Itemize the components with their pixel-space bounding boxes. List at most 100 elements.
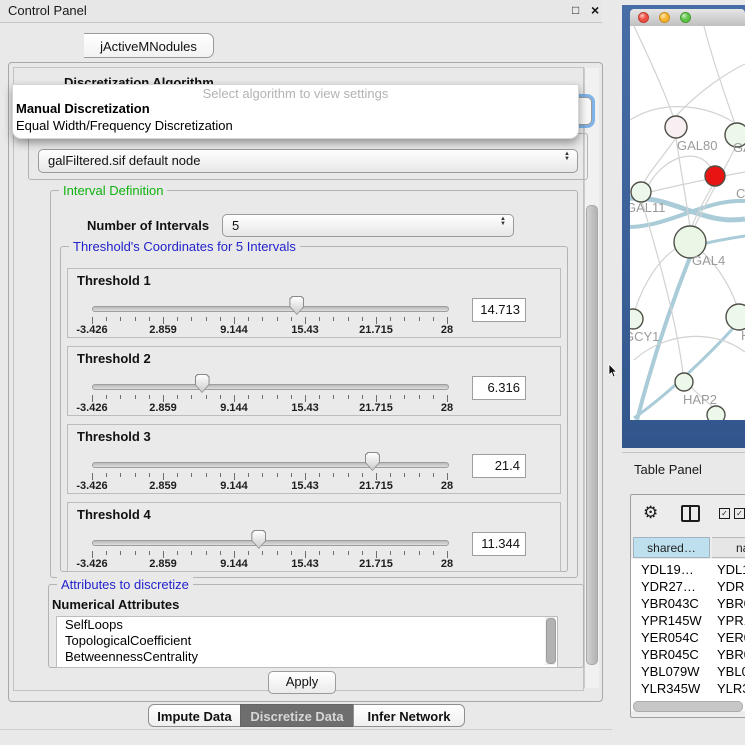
apply-button[interactable]: Apply — [268, 671, 336, 694]
threshold-value-field[interactable]: 6.316 — [472, 376, 526, 400]
table-data-combo[interactable]: galFiltered.sif default node ▲▼ — [38, 149, 578, 173]
table-row[interactable]: YLR345WYLR3 — [631, 680, 745, 697]
threshold-value-field[interactable]: 21.4 — [472, 454, 526, 478]
network-node[interactable] — [726, 304, 745, 330]
horizontal-scrollbar-thumb[interactable] — [633, 701, 743, 712]
table-row[interactable]: YER054CYER0 — [631, 629, 745, 646]
tick-mark — [163, 317, 164, 324]
zoom-button[interactable] — [680, 12, 691, 23]
bottom-tab-impute-data[interactable]: Impute Data — [148, 704, 241, 727]
minimize-button[interactable] — [659, 12, 670, 23]
threshold-panel: Threshold 4-3.4262.8599.14415.4321.71528… — [67, 502, 561, 572]
cell-shared-name: YIL053C — [641, 697, 692, 700]
network-node[interactable] — [705, 166, 725, 186]
table-row[interactable]: YIL053CYIL0 — [631, 697, 745, 700]
slider-track[interactable] — [92, 462, 449, 468]
tab-label: jActiveMNodules — [100, 39, 197, 54]
tick-mark — [234, 317, 235, 324]
slider-thumb[interactable] — [251, 530, 266, 549]
tab-jactivemnodules[interactable]: jActiveMNodules — [84, 33, 214, 58]
tick-mark — [305, 551, 306, 558]
tick-mark — [191, 317, 192, 321]
tick-label: 21.715 — [359, 324, 393, 336]
tick-label: -3.426 — [76, 324, 107, 336]
tick-mark — [206, 551, 207, 555]
menu-item-manual-discretization[interactable]: Manual Discretization — [16, 101, 150, 116]
close-button[interactable] — [638, 12, 649, 23]
tick-mark — [106, 473, 107, 477]
tick-mark — [120, 551, 121, 555]
table-row[interactable]: YPR145WYPR1 — [631, 612, 745, 629]
tick-label: -3.426 — [76, 480, 107, 492]
tick-mark — [305, 473, 306, 480]
slider-thumb[interactable] — [365, 452, 380, 471]
vertical-scrollbar-thumb[interactable] — [586, 205, 598, 665]
list-item-selfloops[interactable]: SelfLoops — [57, 617, 557, 633]
tick-mark — [149, 473, 150, 477]
tick-mark — [447, 473, 448, 480]
network-node[interactable] — [665, 116, 687, 138]
float-window-icon[interactable]: □ — [572, 3, 579, 17]
tick-mark — [305, 395, 306, 402]
checkbox-icon[interactable]: ✓ — [719, 508, 730, 519]
bottom-tab-infer-network[interactable]: Infer Network — [353, 704, 465, 727]
tick-mark — [433, 473, 434, 477]
network-view-canvas[interactable]: GAL80GACGAL11GAL4GCY1HHAP2 — [630, 26, 745, 420]
tick-label: 15.43 — [291, 402, 319, 414]
network-node[interactable] — [630, 309, 643, 329]
list-item-betweennesscentrality[interactable]: BetweennessCentrality — [57, 649, 557, 665]
tick-mark — [376, 395, 377, 402]
tick-mark — [390, 395, 391, 399]
tick-label: 15.43 — [291, 324, 319, 336]
list-item-topologicalcoefficient[interactable]: TopologicalCoefficient — [57, 633, 557, 649]
tick-mark — [319, 317, 320, 321]
tick-mark — [447, 395, 448, 402]
footer-divider — [0, 729, 612, 730]
slider-thumb[interactable] — [195, 374, 210, 393]
threshold-value-field[interactable]: 11.344 — [472, 532, 526, 556]
split-columns-icon[interactable] — [681, 505, 700, 522]
network-window-titlebar[interactable] — [630, 9, 745, 27]
stepper-arrows-icon: ▲▼ — [564, 152, 570, 162]
column-header-name[interactable]: na — [712, 537, 745, 558]
number-of-intervals-combo[interactable]: 5 ▲▼ — [222, 214, 514, 237]
tick-mark — [348, 395, 349, 399]
slider-track[interactable] — [92, 384, 449, 390]
tick-mark — [376, 317, 377, 324]
slider-thumb[interactable] — [289, 296, 304, 315]
table-row[interactable]: YBR043CYBR0 — [631, 595, 745, 612]
algorithm-placeholder: Select algorithm to view settings — [13, 86, 578, 101]
tick-mark — [419, 473, 420, 477]
tick-mark — [92, 473, 93, 480]
gear-icon[interactable]: ⚙ — [643, 503, 658, 523]
slider-track[interactable] — [92, 306, 449, 312]
bottom-tab-discretize-data[interactable]: Discretize Data — [240, 704, 354, 727]
tick-mark — [404, 551, 405, 555]
tick-mark — [191, 473, 192, 477]
checkbox-icon[interactable]: ✓ — [734, 508, 745, 519]
column-header-shared-name[interactable]: shared… — [633, 537, 710, 558]
node-label: GAL11 — [630, 200, 666, 215]
table-row[interactable]: YDL19…YDL1 — [631, 561, 745, 578]
attributes-scrollbar-thumb[interactable] — [546, 618, 556, 664]
network-node[interactable] — [675, 373, 693, 391]
table-row[interactable]: YDR27…YDR2 — [631, 578, 745, 595]
network-node[interactable] — [707, 406, 725, 420]
table-row[interactable]: YBL079WYBL0 — [631, 663, 745, 680]
cell-shared-name: YDR27… — [641, 578, 696, 595]
tick-mark — [177, 551, 178, 555]
tick-label: 2.859 — [149, 480, 177, 492]
menu-item-equal-width-frequency-discretization[interactable]: Equal Width/Frequency Discretization — [16, 118, 233, 133]
tick-mark — [248, 317, 249, 321]
slider-track[interactable] — [92, 540, 449, 546]
threshold-value-field[interactable]: 14.713 — [472, 298, 526, 322]
tick-mark — [220, 473, 221, 477]
network-edge — [704, 26, 735, 124]
close-icon[interactable]: × — [591, 2, 599, 18]
tick-mark — [248, 551, 249, 555]
tick-mark — [206, 473, 207, 477]
tick-mark — [433, 551, 434, 555]
table-row[interactable]: YBR045CYBR0 — [631, 646, 745, 663]
network-node[interactable] — [631, 182, 651, 202]
thresholds-group-label: Threshold's Coordinates for 5 Intervals — [69, 239, 300, 254]
